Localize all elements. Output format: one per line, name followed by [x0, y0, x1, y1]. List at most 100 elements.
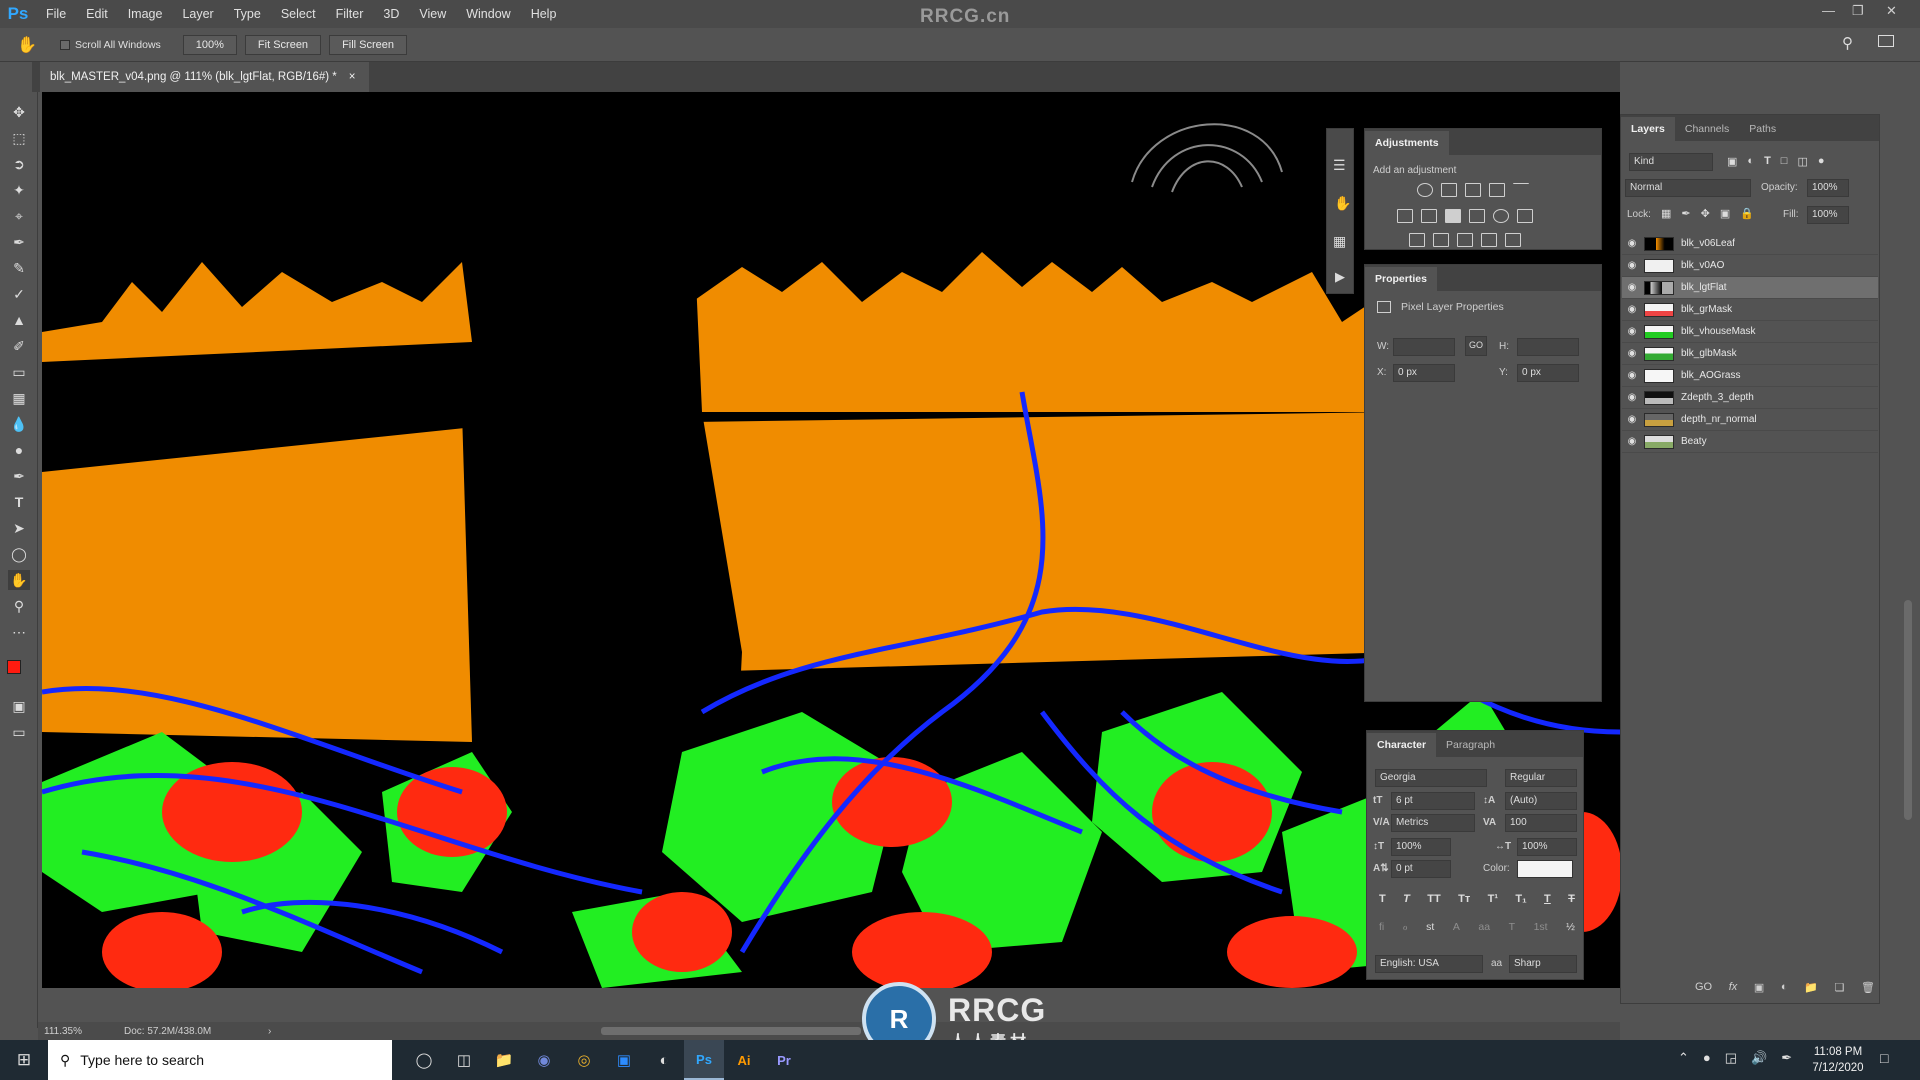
tracking-field[interactable]: 100	[1505, 814, 1577, 832]
black-white-icon[interactable]	[1445, 209, 1461, 223]
blend-mode-select[interactable]: Normal	[1625, 179, 1751, 197]
exposure-icon[interactable]	[1489, 183, 1505, 197]
eraser-tool-icon[interactable]: ▭	[8, 362, 30, 382]
hue-saturation-icon[interactable]	[1397, 209, 1413, 223]
eye-icon[interactable]: ◉	[1622, 304, 1642, 315]
menu-image[interactable]: Image	[118, 7, 173, 21]
eye-icon[interactable]: ◉	[1622, 392, 1642, 403]
font-family-select[interactable]: Georgia	[1375, 769, 1487, 787]
layer-row[interactable]: ◉ depth_nr_normal	[1622, 409, 1878, 431]
scroll-all-windows-checkbox[interactable]: Scroll All Windows	[60, 39, 161, 51]
height-field[interactable]	[1517, 338, 1579, 356]
taskbar-search[interactable]: ⚲ Type here to search	[48, 1040, 392, 1080]
photoshop-taskbar-icon[interactable]: Ps	[684, 1040, 724, 1080]
eye-icon[interactable]: ◉	[1622, 370, 1642, 381]
language-select[interactable]: English: USA	[1375, 955, 1483, 973]
small-caps-button[interactable]: Tт	[1458, 893, 1470, 905]
menu-type[interactable]: Type	[224, 7, 271, 21]
eye-icon[interactable]: ◉	[1622, 260, 1642, 271]
new-adjustment-icon[interactable]: ◐	[1781, 981, 1788, 994]
network-icon[interactable]: ◲	[1725, 1050, 1737, 1066]
volume-icon[interactable]: 🔊	[1751, 1050, 1767, 1066]
strikethrough-button[interactable]: T	[1568, 893, 1575, 905]
cortana-icon[interactable]: ◯	[404, 1040, 444, 1080]
menu-file[interactable]: File	[36, 7, 76, 21]
tab-paths[interactable]: Paths	[1739, 117, 1786, 141]
quick-mask-icon[interactable]: ▣	[8, 696, 30, 716]
ordinals-button[interactable]: 1st	[1534, 921, 1548, 933]
discord-icon[interactable]: ◉	[524, 1040, 564, 1080]
ellipse-tool-icon[interactable]: ◯	[8, 544, 30, 564]
layer-row[interactable]: ◉ blk_lgtFlat	[1622, 277, 1878, 299]
blur-tool-icon[interactable]: 💧	[8, 414, 30, 434]
fractions-button[interactable]: ½	[1566, 921, 1575, 933]
ligatures-button[interactable]: fi	[1379, 921, 1384, 933]
move-tool-icon[interactable]: ✥	[8, 102, 30, 122]
lock-transparent-icon[interactable]: ▦	[1661, 207, 1671, 220]
task-view-icon[interactable]: ◫	[444, 1040, 484, 1080]
threshold-icon[interactable]	[1457, 233, 1473, 247]
layer-row[interactable]: ◉ blk_grMask	[1622, 299, 1878, 321]
gradient-tool-icon[interactable]: ▦	[8, 388, 30, 408]
chrome-icon[interactable]: ◎	[564, 1040, 604, 1080]
tab-layers[interactable]: Layers	[1621, 117, 1675, 141]
lasso-tool-icon[interactable]: ➲	[8, 154, 30, 174]
type-filter-icon[interactable]: T	[1764, 155, 1771, 168]
new-group-icon[interactable]: 📁	[1804, 981, 1818, 994]
fill-field[interactable]: 100%	[1807, 206, 1849, 224]
underline-button[interactable]: T	[1544, 893, 1551, 905]
menu-window[interactable]: Window	[456, 7, 520, 21]
adjustments-panel-icon[interactable]: ☰	[1333, 157, 1346, 174]
workspace-icon[interactable]	[1878, 35, 1894, 47]
old-style-button[interactable]: ℴ	[1403, 921, 1408, 933]
zoom-icon[interactable]: ▣	[604, 1040, 644, 1080]
eyedropper-tool-icon[interactable]: ✒	[8, 232, 30, 252]
anti-alias-select[interactable]: Sharp	[1509, 955, 1577, 973]
search-icon[interactable]: ⚲	[1842, 34, 1853, 52]
faux-bold-button[interactable]: T	[1379, 893, 1386, 905]
type-tool-icon[interactable]: T	[8, 492, 30, 512]
brightness-icon[interactable]	[1417, 183, 1433, 197]
layer-row[interactable]: ◉ blk_vhouseMask	[1622, 321, 1878, 343]
healing-brush-tool-icon[interactable]: ✎	[8, 258, 30, 278]
tab-paragraph[interactable]: Paragraph	[1436, 733, 1505, 757]
brush-settings-icon[interactable]: ✋	[1334, 195, 1351, 212]
brush-tool-icon[interactable]: ✓	[8, 284, 30, 304]
curves-icon[interactable]	[1465, 183, 1481, 197]
stamp-tool-icon[interactable]: ▲	[8, 310, 30, 330]
gradient-map-icon[interactable]	[1505, 233, 1521, 247]
color-balance-icon[interactable]	[1421, 209, 1437, 223]
vertical-scale-field[interactable]: 100%	[1391, 838, 1451, 856]
tray-chevron-icon[interactable]: ⌃	[1678, 1050, 1689, 1066]
dodge-tool-icon[interactable]: ●	[8, 440, 30, 460]
minimize-icon[interactable]: —	[1822, 3, 1835, 18]
shape-filter-icon[interactable]: □	[1781, 155, 1788, 168]
layer-row[interactable]: ◉ blk_v06Leaf	[1622, 233, 1878, 255]
selective-color-icon[interactable]	[1481, 233, 1497, 247]
filter-toggle-icon[interactable]: ●	[1818, 155, 1825, 168]
lock-position-icon[interactable]: ✥	[1701, 207, 1710, 220]
link-dimensions-button[interactable]: GO	[1465, 336, 1487, 356]
menu-edit[interactable]: Edit	[76, 7, 118, 21]
path-selection-tool-icon[interactable]: ➤	[8, 518, 30, 538]
marquee-tool-icon[interactable]: ⬚	[8, 128, 30, 148]
posterize-icon[interactable]	[1433, 233, 1449, 247]
vertical-scrollbar[interactable]	[1904, 600, 1912, 820]
new-layer-icon[interactable]: ❏	[1835, 981, 1845, 994]
swash-button[interactable]: A	[1453, 921, 1460, 933]
taskbar-clock[interactable]: 11:08 PM 7/12/2020	[1808, 1044, 1868, 1076]
screen-mode-icon[interactable]: ▭	[8, 722, 30, 742]
pixel-filter-icon[interactable]: ▣	[1727, 155, 1737, 168]
file-explorer-icon[interactable]: 📁	[484, 1040, 524, 1080]
leading-field[interactable]: (Auto)	[1505, 792, 1577, 810]
superscript-button[interactable]: T¹	[1488, 893, 1498, 905]
menu-filter[interactable]: Filter	[326, 7, 374, 21]
illustrator-taskbar-icon[interactable]: Ai	[724, 1040, 764, 1080]
discretionary-ligatures-button[interactable]: st	[1426, 921, 1434, 933]
tab-channels[interactable]: Channels	[1675, 117, 1739, 141]
layer-kind-filter[interactable]: Kind	[1629, 153, 1713, 171]
more-tools-icon[interactable]: ⋯	[8, 622, 30, 642]
menu-3d[interactable]: 3D	[373, 7, 409, 21]
eye-icon[interactable]: ◉	[1622, 414, 1642, 425]
microphone-icon[interactable]: ●	[1703, 1050, 1711, 1066]
